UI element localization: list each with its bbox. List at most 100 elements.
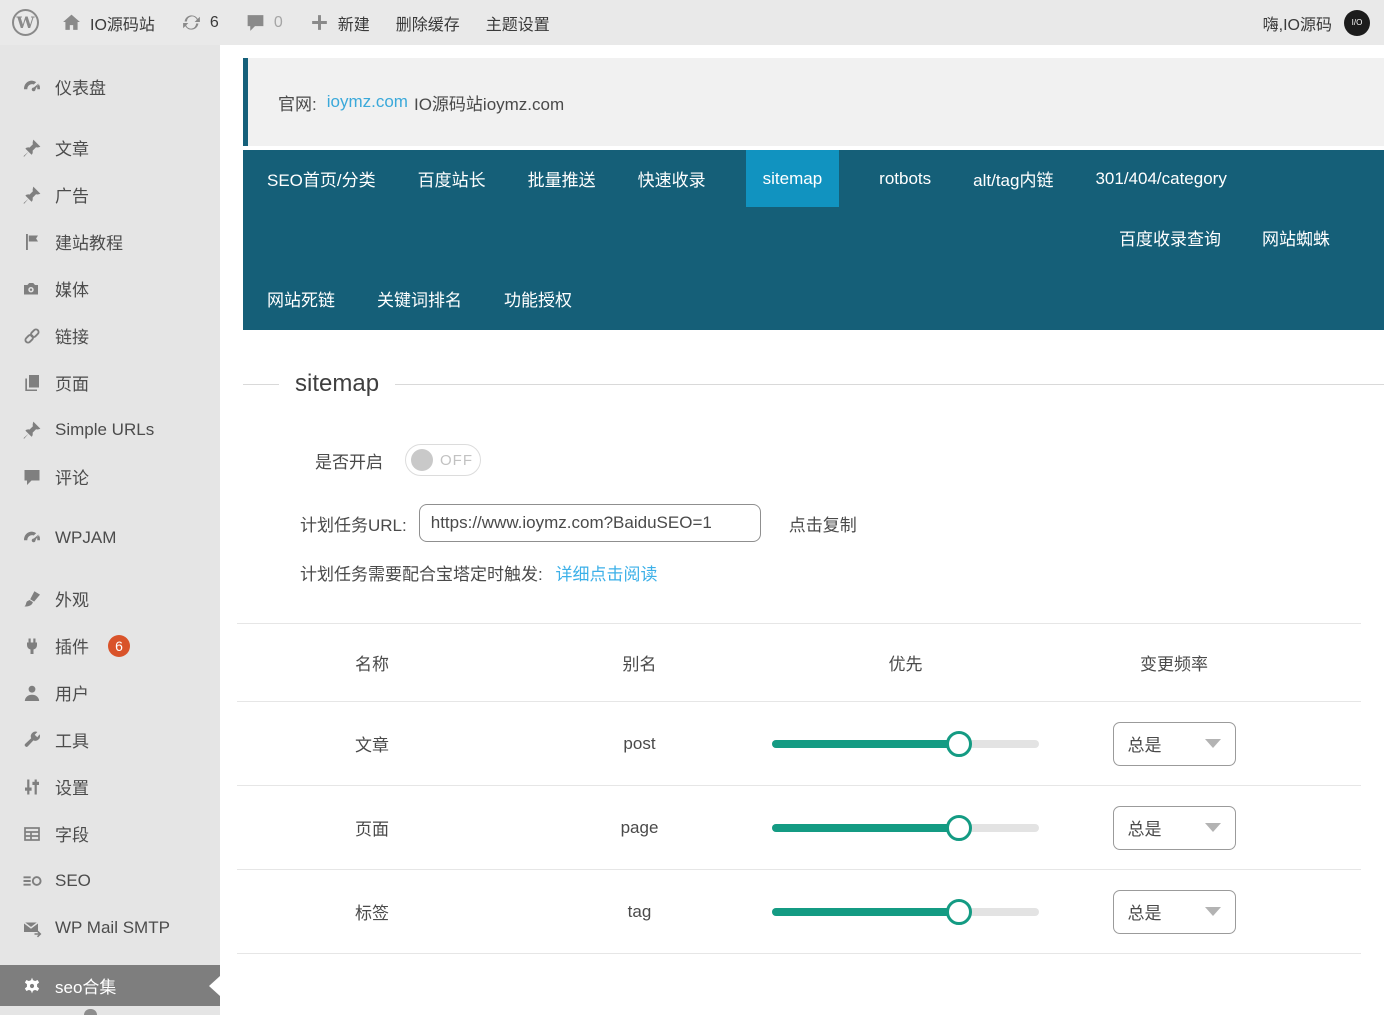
tab-row-2: 百度收录查询网站蜘蛛	[243, 207, 1384, 267]
comments-count: 0	[274, 14, 283, 32]
sidebar-item-媒体[interactable]: 媒体	[0, 265, 220, 312]
sidebar-item-插件[interactable]: 插件6	[0, 622, 220, 669]
sidebar-item-label: WPJAM	[55, 528, 116, 548]
enable-label: 是否开启	[315, 448, 383, 473]
tab-alt/tag内链[interactable]: alt/tag内链	[971, 150, 1055, 207]
enable-toggle[interactable]: OFF	[405, 444, 481, 476]
slider-knob[interactable]	[946, 731, 972, 757]
sidebar-item-外观[interactable]: 外观	[0, 575, 220, 622]
theme-settings-button[interactable]: 主题设置	[486, 11, 550, 35]
sidebar-item-label: 建站教程	[55, 229, 123, 254]
priority-slider[interactable]	[772, 908, 1039, 916]
page-title: sitemap	[295, 370, 379, 398]
sidebar-item-工具[interactable]: 工具	[0, 716, 220, 763]
sidebar-item-广告[interactable]: 广告	[0, 171, 220, 218]
sidebar-item-label: 评论	[55, 464, 89, 489]
sidebar-item-label: 文章	[55, 135, 89, 160]
main-content: 官网: ioymz.com IO源码站ioymz.com SEO首页/分类百度站…	[220, 45, 1384, 1015]
tab-301/404/category[interactable]: 301/404/category	[1093, 150, 1228, 207]
tab-row-1: SEO首页/分类百度站长批量推送快速收录 sitemap rotbots alt/ta…	[243, 150, 1384, 207]
sidebar-item-wp-mail-smtp[interactable]: WP Mail SMTP	[0, 904, 220, 951]
gauge-icon	[22, 528, 42, 548]
avatar[interactable]: I/O	[1344, 10, 1370, 36]
sidebar-item-链接[interactable]: 链接	[0, 312, 220, 359]
slider-knob[interactable]	[946, 899, 972, 925]
notice-suffix: IO源码站ioymz.com	[414, 90, 564, 115]
cron-url-row: 计划任务URL: 点击复制	[300, 504, 1384, 542]
user-icon	[22, 683, 42, 703]
frequency-value: 总是	[1128, 899, 1162, 924]
tab-网站蜘蛛[interactable]: 网站蜘蛛	[1260, 207, 1332, 267]
slider-knob[interactable]	[946, 815, 972, 841]
new-content-button[interactable]: 新建	[309, 11, 370, 35]
official-site-link[interactable]: ioymz.com	[327, 92, 408, 112]
updates-item[interactable]: 6	[181, 12, 219, 33]
wrench-icon	[22, 730, 42, 750]
row-alias: page	[507, 818, 772, 838]
heading-line	[395, 384, 1384, 385]
priority-slider[interactable]	[772, 824, 1039, 832]
tab-百度收录查询[interactable]: 百度收录查询	[1117, 207, 1223, 267]
sidebar-item-seo合集[interactable]: seo合集	[0, 965, 220, 1006]
plus-icon	[309, 12, 330, 33]
clear-cache-button[interactable]: 删除缓存	[396, 11, 460, 35]
frequency-select[interactable]: 总是	[1113, 890, 1236, 934]
table-header-row: 名称别名优先变更频率	[237, 624, 1361, 702]
sidebar-item-文章[interactable]: 文章	[0, 124, 220, 171]
pin-icon	[22, 138, 42, 158]
sidebar-item-label: 用户	[55, 680, 89, 705]
tab-批量推送[interactable]: 批量推送	[526, 150, 598, 207]
tab-百度站长[interactable]: 百度站长	[416, 150, 488, 207]
wordpress-logo-icon[interactable]: W	[12, 9, 39, 36]
tab-关键词排名[interactable]: 关键词排名	[375, 267, 464, 330]
sidebar-item-label: 插件	[55, 633, 89, 658]
copy-button[interactable]: 点击复制	[789, 511, 857, 536]
sidebar-item-label: 链接	[55, 323, 89, 348]
priority-slider[interactable]	[772, 740, 1039, 748]
cron-url-input[interactable]	[419, 504, 761, 542]
tab-快速收录[interactable]: 快速收录	[636, 150, 708, 207]
chevron-down-icon	[1205, 907, 1221, 916]
sidebar-item-仪表盘[interactable]: 仪表盘	[0, 63, 220, 110]
sidebar-item-字段[interactable]: 字段	[0, 810, 220, 857]
updates-count: 6	[210, 14, 219, 32]
frequency-value: 总是	[1128, 731, 1162, 756]
tab-sitemap[interactable]: sitemap	[746, 150, 840, 207]
row-alias: tag	[507, 902, 772, 922]
media-icon	[22, 279, 42, 299]
frequency-select[interactable]: 总是	[1113, 806, 1236, 850]
tab-rotbots[interactable]: rotbots	[877, 150, 933, 207]
pin-icon	[22, 185, 42, 205]
slider-fill	[772, 740, 959, 748]
tab-功能授权[interactable]: 功能授权	[502, 267, 574, 330]
sidebar-item-simple-urls[interactable]: Simple URLs	[0, 406, 220, 453]
tab-seo首页/分类[interactable]: SEO首页/分类	[265, 150, 378, 207]
toggle-knob	[411, 449, 433, 471]
sidebar-item-页面[interactable]: 页面	[0, 359, 220, 406]
frequency-select[interactable]: 总是	[1113, 722, 1236, 766]
site-home-link[interactable]: IO源码站	[61, 11, 155, 35]
sidebar-item-wpjam[interactable]: WPJAM	[0, 514, 220, 561]
sidebar-item-用户[interactable]: 用户	[0, 669, 220, 716]
read-more-link[interactable]: 详细点击阅读	[555, 565, 657, 584]
tab-网站死链[interactable]: 网站死链	[265, 267, 337, 330]
pages-icon	[22, 373, 42, 393]
enable-row: 是否开启 OFF	[315, 444, 1384, 476]
slider-fill	[772, 908, 959, 916]
sitemap-table: 名称别名优先变更频率文章post总是页面page总是标签tag总是	[237, 623, 1361, 954]
new-label: 新建	[338, 11, 370, 35]
sidebar-item-评论[interactable]: 评论	[0, 453, 220, 500]
user-greeting[interactable]: 嗨,IO源码	[1263, 11, 1332, 35]
comments-item[interactable]: 0	[245, 12, 283, 33]
column-header: 优先	[772, 650, 1039, 675]
clear-cache-label: 删除缓存	[396, 11, 460, 35]
sidebar-item-label: 设置	[55, 774, 89, 799]
grid-icon	[22, 824, 42, 844]
slider-fill	[772, 824, 959, 832]
sidebar-item-建站教程[interactable]: 建站教程	[0, 218, 220, 265]
sidebar-item-设置[interactable]: 设置	[0, 763, 220, 810]
table-row: 文章post总是	[237, 702, 1361, 786]
sidebar-item-seo[interactable]: SEO	[0, 857, 220, 904]
sliders-icon	[22, 777, 42, 797]
notice-prefix: 官网:	[278, 90, 317, 115]
